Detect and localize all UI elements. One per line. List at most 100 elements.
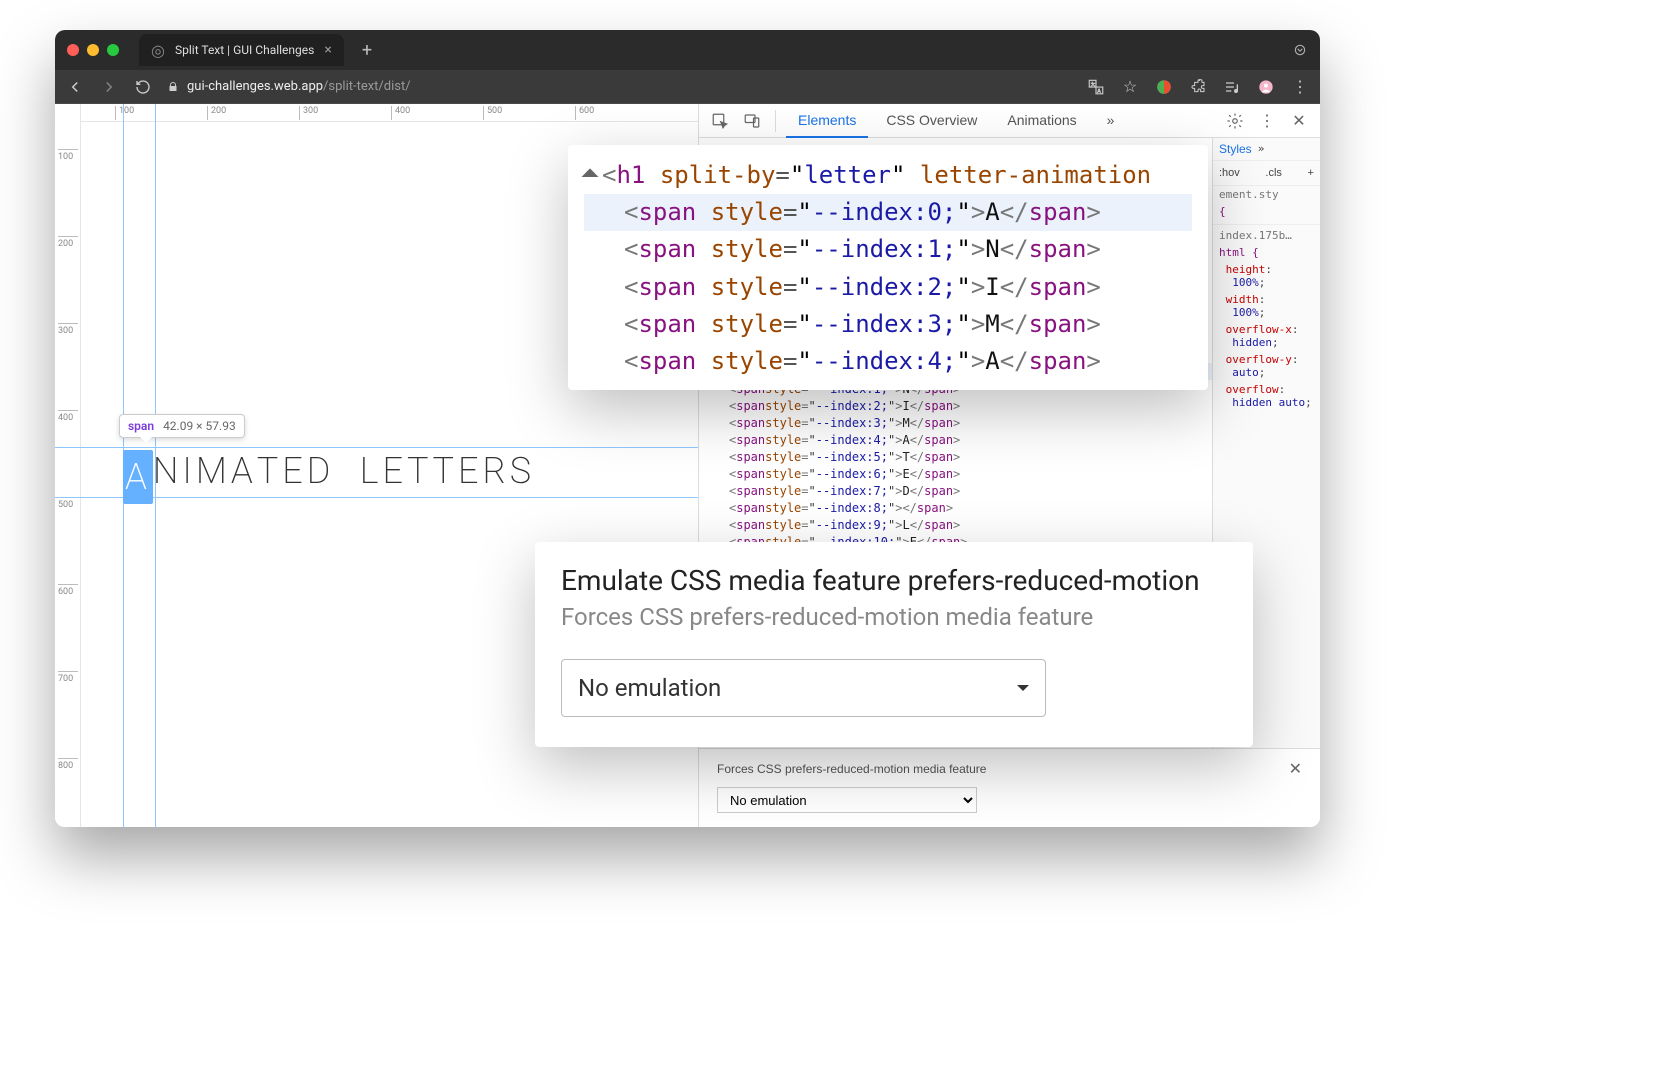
dom-tree-row[interactable]: <span style="--index:9;">L</span>	[699, 516, 1212, 533]
drawer-label: Forces CSS prefers-reduced-motion media …	[717, 762, 986, 776]
hov-toggle[interactable]: :hov	[1219, 167, 1240, 179]
style-source[interactable]: index.175b…	[1219, 229, 1292, 242]
devtools-kebab-icon[interactable]: ⋮	[1254, 108, 1280, 134]
devtools-tab-elements[interactable]: Elements	[786, 104, 868, 138]
ruler-tick: 500	[483, 106, 502, 120]
dom-tree-row[interactable]: <span style="--index:7;">D</span>	[699, 482, 1212, 499]
ruler-tick: 500	[58, 497, 78, 510]
profile-avatar-icon[interactable]	[1256, 77, 1276, 97]
ruler-tick: 600	[575, 106, 594, 120]
style-selector: {	[1219, 205, 1226, 218]
inspect-element-icon[interactable]	[707, 108, 733, 134]
heading-letter: N	[153, 450, 183, 504]
nav-back-icon[interactable]	[65, 77, 85, 97]
heading-letter: I	[182, 450, 195, 504]
browser-tab[interactable]: ◎ Split Text | GUI Challenges ×	[139, 34, 344, 66]
title-bar: ◎ Split Text | GUI Challenges × +	[55, 30, 1320, 70]
popout-drawer-select[interactable]: No emulation	[561, 659, 1046, 717]
heading-letter: E	[382, 450, 407, 504]
minimize-window[interactable]	[87, 44, 99, 56]
music-queue-icon[interactable]	[1222, 77, 1242, 97]
url-text: gui-challenges.web.app/split-text/dist/	[187, 79, 411, 94]
ruler-tick: 100	[58, 149, 78, 162]
style-rule[interactable]: overflow-y: auto;	[1213, 351, 1320, 381]
popout-drawer-title: Emulate CSS media feature prefers-reduce…	[561, 564, 1227, 597]
heading-letter: A	[123, 450, 153, 504]
heading-letter: M	[196, 450, 231, 504]
kebab-menu-icon[interactable]: ⋮	[1290, 77, 1310, 97]
add-rule-icon[interactable]: +	[1308, 167, 1314, 179]
ruler-tick: 300	[299, 106, 318, 120]
devtools-tabbar: Elements CSS Overview Animations » ⋮ ✕	[699, 104, 1320, 138]
heading-letter: T	[257, 450, 283, 504]
style-source: ement.sty	[1219, 188, 1279, 201]
star-icon[interactable]: ☆	[1120, 77, 1140, 97]
close-window[interactable]	[67, 44, 79, 56]
inspect-tooltip: span 42.09 × 57.93	[119, 414, 245, 438]
ruler-tick: 300	[58, 323, 78, 336]
devtools-settings-icon[interactable]	[1222, 108, 1248, 134]
style-rule[interactable]: overflow-x: hidden;	[1213, 321, 1320, 351]
ruler-tick: 700	[58, 671, 78, 684]
heading-letter: R	[483, 450, 510, 504]
new-tab-button[interactable]: +	[354, 40, 380, 61]
chevron-down-icon	[1017, 685, 1029, 697]
toolbar-extensions: ☆ ⋮	[1086, 77, 1310, 97]
heading-letter: E	[282, 450, 307, 504]
style-rule[interactable]: width: 100%;	[1213, 291, 1320, 321]
address-bar: gui-challenges.web.app/split-text/dist/ …	[55, 70, 1320, 104]
cls-toggle[interactable]: .cls	[1265, 167, 1282, 179]
style-rule[interactable]: overflow: hidden auto;	[1213, 381, 1320, 411]
devtools-tab-animations[interactable]: Animations	[995, 104, 1088, 138]
popout-drawer-sub: Forces CSS prefers-reduced-motion media …	[561, 603, 1227, 631]
tab-title: Split Text | GUI Challenges	[175, 43, 314, 57]
tabs-dropdown-icon[interactable]	[1292, 42, 1308, 58]
tab-favicon: ◎	[151, 43, 165, 57]
translate-icon[interactable]	[1086, 77, 1106, 97]
ruler-horizontal: 100 200 300 400 500 600	[55, 104, 698, 122]
heading-letter: E	[458, 450, 483, 504]
lock-icon	[167, 81, 179, 93]
tab-close-icon[interactable]: ×	[324, 42, 331, 58]
dom-tree-row[interactable]: <span style="--index:3;">M</span>	[699, 414, 1212, 431]
popout-drawer-callout: Emulate CSS media feature prefers-reduce…	[535, 542, 1253, 747]
popout-code-callout: <h1 split-by="letter" letter-animation<s…	[568, 145, 1208, 390]
url-field[interactable]: gui-challenges.web.app/split-text/dist/	[167, 79, 411, 94]
dom-tree-row[interactable]: <span style="--index:6;">E</span>	[699, 465, 1212, 482]
style-rule[interactable]: height: 100%;	[1213, 261, 1320, 291]
devtools-close-icon[interactable]: ✕	[1286, 108, 1312, 134]
styles-tabs-overflow-icon[interactable]: »	[1258, 142, 1265, 156]
ruler-tick: 200	[207, 106, 226, 120]
dom-tree-row[interactable]: <span style="--index:4;">A</span>	[699, 431, 1212, 448]
heading-letter	[334, 450, 359, 504]
popout-drawer-select-value: No emulation	[578, 674, 721, 702]
dom-tree-row[interactable]: <span style="--index:8;"></span>	[699, 499, 1212, 516]
ruler-vertical: 100 200 300 400 500 600 700 800	[55, 104, 81, 827]
ruler-tick: 200	[58, 236, 78, 249]
ruler-tick: 400	[58, 410, 78, 423]
styles-tab[interactable]: Styles	[1219, 142, 1252, 156]
drawer-select[interactable]: No emulation	[717, 787, 977, 813]
maximize-window[interactable]	[107, 44, 119, 56]
dom-tree-row[interactable]: <span style="--index:2;">I</span>	[699, 397, 1212, 414]
dom-tree-row[interactable]: <span style="--index:5;">T</span>	[699, 448, 1212, 465]
drawer-close-icon[interactable]: ✕	[1289, 759, 1302, 779]
heading-letter: T	[407, 450, 433, 504]
ruler-tick: 800	[58, 758, 78, 771]
devtools-drawer: Forces CSS prefers-reduced-motion media …	[699, 748, 1320, 827]
style-rule[interactable]: html {	[1213, 244, 1320, 261]
heading-letter: D	[307, 450, 335, 504]
device-toggle-icon[interactable]	[739, 108, 765, 134]
devtools-tab-css-overview[interactable]: CSS Overview	[874, 104, 989, 138]
ruler-tick: 100	[115, 106, 134, 120]
ruler-tick: 600	[58, 584, 78, 597]
ruler-tick: 400	[391, 106, 410, 120]
extension-colorful-icon[interactable]	[1154, 77, 1174, 97]
heading-letter: A	[231, 450, 257, 504]
heading-letter: T	[432, 450, 458, 504]
heading-letter: L	[360, 450, 383, 504]
devtools-tabs-overflow-icon[interactable]: »	[1095, 104, 1127, 138]
nav-forward-icon[interactable]	[99, 77, 119, 97]
extensions-puzzle-icon[interactable]	[1188, 77, 1208, 97]
nav-reload-icon[interactable]	[133, 77, 153, 97]
